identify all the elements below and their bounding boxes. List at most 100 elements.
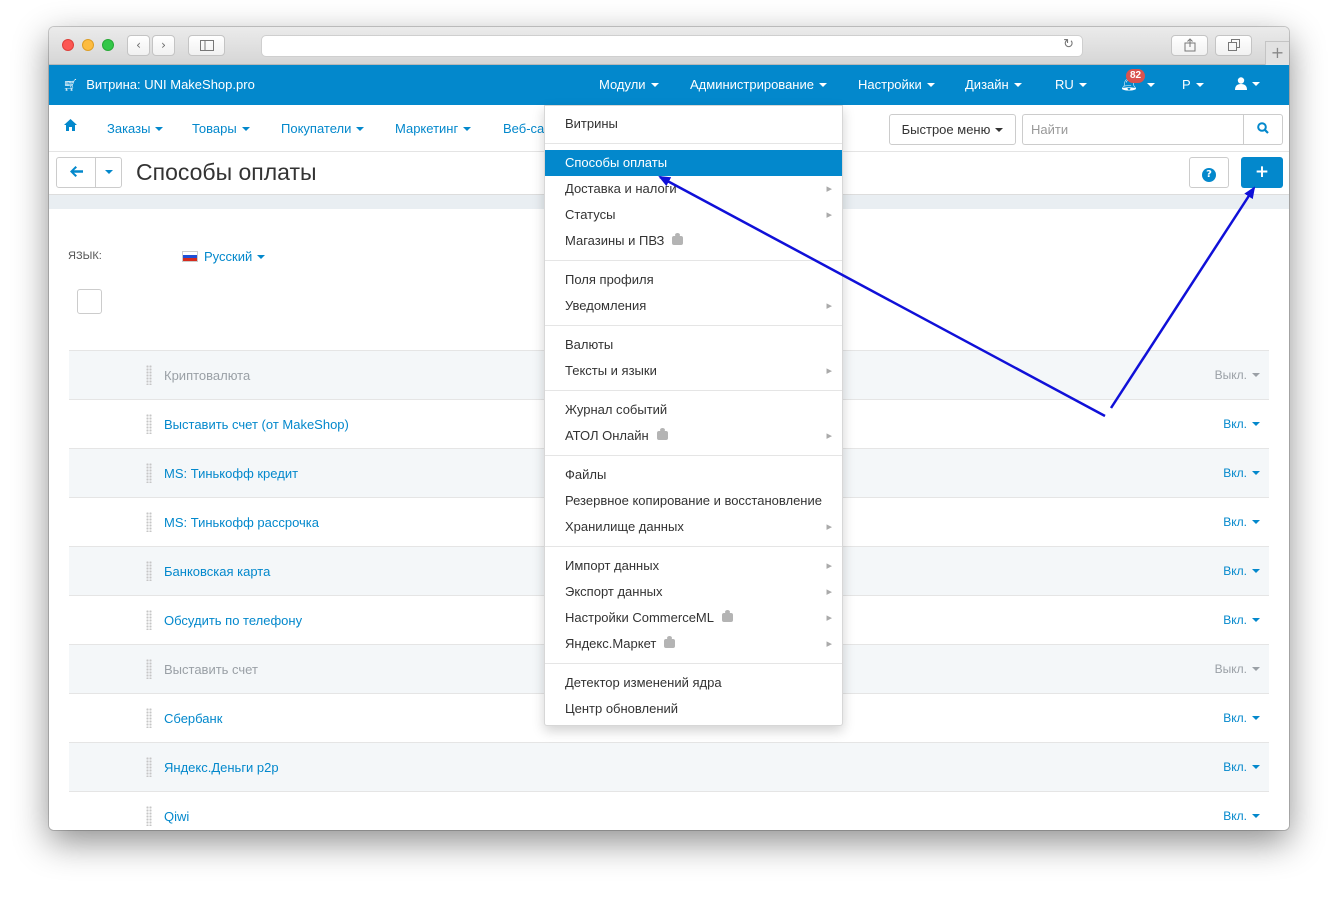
- payment-name-link[interactable]: MS: Тинькофф кредит: [164, 466, 298, 481]
- drag-handle-icon[interactable]: [146, 708, 152, 728]
- help-button[interactable]: ?: [1189, 157, 1229, 188]
- menu-item-label: Экспорт данных: [565, 584, 663, 599]
- topnav-currency[interactable]: Р: [1182, 77, 1204, 92]
- payment-name-link[interactable]: Сбербанк: [164, 711, 222, 726]
- nav-marketing[interactable]: Маркетинг: [395, 121, 472, 136]
- menu-item[interactable]: Тексты и языки ▸: [545, 358, 842, 384]
- add-payment-button[interactable]: +: [1241, 157, 1283, 188]
- sidebar-toggle-icon[interactable]: [188, 35, 225, 56]
- menu-item[interactable]: Магазины и ПВЗ: [545, 228, 842, 254]
- back-button[interactable]: [56, 157, 96, 188]
- home-icon[interactable]: [64, 119, 77, 135]
- topnav-administration[interactable]: Администрирование: [690, 77, 827, 92]
- status-dropdown[interactable]: Вкл.: [1223, 809, 1260, 823]
- drag-handle-icon[interactable]: [146, 414, 152, 434]
- forward-nav-icon[interactable]: ›: [152, 35, 175, 56]
- notifications-menu-caret[interactable]: [1142, 77, 1155, 92]
- topnav-settings[interactable]: Настройки: [858, 77, 935, 92]
- arrow-left-icon: [69, 166, 83, 177]
- search-input[interactable]: [1022, 114, 1244, 145]
- status-dropdown[interactable]: Выкл.: [1215, 368, 1260, 382]
- reload-icon[interactable]: ↻: [1063, 37, 1074, 52]
- menu-item[interactable]: Статусы ▸: [545, 202, 842, 228]
- chevron-down-icon: [1252, 813, 1260, 818]
- menu-item[interactable]: Файлы: [545, 462, 842, 488]
- payment-name-link[interactable]: Яндекс.Деньги p2p: [164, 760, 279, 775]
- table-row[interactable]: Яндекс.Деньги p2p Вкл.: [69, 742, 1269, 791]
- status-dropdown[interactable]: Вкл.: [1223, 711, 1260, 725]
- close-window-button[interactable]: [62, 39, 74, 51]
- menu-item[interactable]: Валюты: [545, 332, 842, 358]
- chevron-down-icon: [926, 82, 935, 87]
- status-dropdown[interactable]: Вкл.: [1223, 515, 1260, 529]
- search-button[interactable]: [1243, 114, 1283, 145]
- status-dropdown[interactable]: Вкл.: [1223, 466, 1260, 480]
- drag-handle-icon[interactable]: [146, 610, 152, 630]
- table-row[interactable]: Qiwi Вкл.: [69, 791, 1269, 830]
- chevron-down-icon: [155, 126, 164, 131]
- drag-handle-icon[interactable]: [146, 463, 152, 483]
- zoom-window-button[interactable]: [102, 39, 114, 51]
- menu-item[interactable]: Журнал событий: [545, 397, 842, 423]
- drag-handle-icon[interactable]: [146, 757, 152, 777]
- tabs-overview-icon[interactable]: [1215, 35, 1252, 56]
- chevron-right-icon: ▸: [826, 299, 832, 312]
- address-bar[interactable]: ↻: [261, 35, 1083, 57]
- back-nav-icon[interactable]: ‹: [127, 35, 150, 56]
- menu-item[interactable]: Центр обновлений: [545, 696, 842, 722]
- payment-name-link[interactable]: Обсудить по телефону: [164, 613, 302, 628]
- menu-item[interactable]: Настройки CommerceML ▸: [545, 605, 842, 631]
- menu-item[interactable]: Резервное копирование и восстановление: [545, 488, 842, 514]
- menu-item[interactable]: АТОЛ Онлайн ▸: [545, 423, 842, 449]
- menu-item-label: Импорт данных: [565, 558, 660, 573]
- menu-item[interactable]: Способы оплаты: [545, 150, 842, 176]
- menu-item[interactable]: Витрины: [545, 111, 842, 137]
- new-tab-icon[interactable]: +: [1265, 41, 1289, 65]
- nav-orders[interactable]: Заказы: [107, 121, 164, 136]
- menu-item[interactable]: Поля профиля: [545, 267, 842, 293]
- menu-item[interactable]: Экспорт данных ▸: [545, 579, 842, 605]
- topnav-modules[interactable]: Модули: [599, 77, 659, 92]
- drag-handle-icon[interactable]: [146, 659, 152, 679]
- menu-item[interactable]: Уведомления ▸: [545, 293, 842, 319]
- menu-item[interactable]: Импорт данных ▸: [545, 553, 842, 579]
- history-dropdown-button[interactable]: [95, 157, 122, 188]
- status-dropdown[interactable]: Вкл.: [1223, 417, 1260, 431]
- menu-divider: [545, 546, 842, 547]
- menu-item[interactable]: Яндекс.Маркет ▸: [545, 631, 842, 657]
- nav-customers[interactable]: Покупатели: [281, 121, 365, 136]
- menu-item[interactable]: Детектор изменений ядра: [545, 670, 842, 696]
- search-icon: [1257, 122, 1269, 134]
- payment-name-link[interactable]: MS: Тинькофф рассрочка: [164, 515, 319, 530]
- drag-handle-icon[interactable]: [146, 561, 152, 581]
- user-menu[interactable]: [1235, 76, 1260, 91]
- status-dropdown[interactable]: Выкл.: [1215, 662, 1260, 676]
- select-all-checkbox[interactable]: [77, 289, 102, 314]
- admin-top-bar: 🛒︎ Витрина: UNI MakeShop.pro Модули Админ…: [49, 65, 1289, 105]
- status-dropdown[interactable]: Вкл.: [1223, 760, 1260, 774]
- status-dropdown[interactable]: Вкл.: [1223, 564, 1260, 578]
- nav-website[interactable]: Веб-са: [503, 121, 544, 136]
- payment-name-link[interactable]: Выставить счет: [164, 662, 258, 677]
- menu-item[interactable]: Доставка и налоги ▸: [545, 176, 842, 202]
- drag-handle-icon[interactable]: [146, 512, 152, 532]
- minimize-window-button[interactable]: [82, 39, 94, 51]
- share-icon[interactable]: [1171, 35, 1208, 56]
- payment-name-link[interactable]: Банковская карта: [164, 564, 270, 579]
- chevron-down-icon: [995, 127, 1004, 132]
- status-dropdown[interactable]: Вкл.: [1223, 613, 1260, 627]
- menu-item[interactable]: Хранилище данных ▸: [545, 514, 842, 540]
- payment-name-link[interactable]: Qiwi: [164, 809, 189, 824]
- drag-handle-icon[interactable]: [146, 365, 152, 385]
- payment-name-link[interactable]: Криптовалюта: [164, 368, 250, 383]
- menu-item-label: Уведомления: [565, 298, 647, 313]
- topnav-language[interactable]: RU: [1055, 77, 1087, 92]
- quick-menu-button[interactable]: Быстрое меню: [889, 114, 1016, 145]
- nav-products[interactable]: Товары: [192, 121, 250, 136]
- payment-name-link[interactable]: Выставить счет (от MakeShop): [164, 417, 349, 432]
- drag-handle-icon[interactable]: [146, 806, 152, 826]
- storefront-selector[interactable]: 🛒︎ Витрина: UNI MakeShop.pro: [63, 77, 255, 92]
- topnav-design[interactable]: Дизайн: [965, 77, 1022, 92]
- language-selector[interactable]: Русский: [182, 249, 266, 264]
- puzzle-icon: [672, 233, 684, 245]
